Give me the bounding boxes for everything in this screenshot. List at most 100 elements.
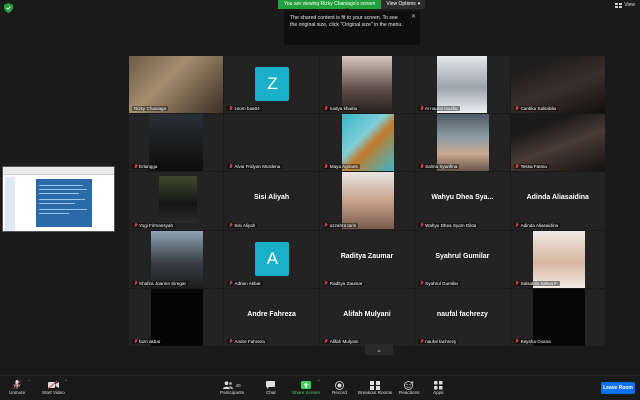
share-banner: You are viewing Rizky Chaniago's screen …	[278, 0, 426, 9]
participant-name: naufal fachrezy	[425, 338, 457, 344]
participant-name: Salsabila Salwa F.	[520, 280, 558, 286]
shared-screen-thumbnail[interactable]	[2, 166, 115, 232]
microphone-muted-icon	[134, 280, 137, 286]
leave-room-button[interactable]: Leave Room	[601, 382, 635, 394]
participant-tile[interactable]: Maya Agrianti	[319, 114, 415, 172]
participant-tile[interactable]: Syahrul Gumilar Syahrul Gumilar	[415, 230, 510, 288]
participant-video	[129, 56, 224, 114]
participant-tile[interactable]: Salsabila Salwa F.	[510, 230, 605, 288]
close-icon[interactable]: ✕	[411, 14, 416, 21]
participant-video	[532, 230, 585, 288]
microphone-muted-icon	[325, 280, 328, 286]
participant-tile[interactable]: fazri akbar	[129, 288, 224, 346]
participant-tile[interactable]: azzahra tarin	[319, 172, 415, 230]
microphone-muted-icon	[420, 338, 423, 344]
participant-tile[interactable]: nadya khairia	[319, 56, 415, 114]
participant-tile[interactable]: Alifah Mulyani Alifah Mulyani	[319, 288, 415, 346]
participant-tile[interactable]: Andre Fahreza Andre Fahreza	[224, 288, 319, 346]
participant-name: Yogi Firmansyah	[139, 222, 174, 228]
participant-name: Salma Syarifina	[425, 164, 458, 170]
participant-name-tag: Syahrul Gumilar	[418, 280, 461, 286]
participants-label: Participants	[220, 390, 245, 395]
participant-tile[interactable]: Zzoom baa04	[224, 56, 319, 114]
participant-video	[510, 56, 605, 114]
start-video-button[interactable]: Start Video	[42, 380, 65, 395]
participant-tile[interactable]: Adinda Aliasaidina Adinda Aliasaidina	[510, 172, 605, 230]
reactions-button[interactable]: Reactions	[399, 380, 419, 395]
participant-name: Raditya Zaumar	[329, 280, 363, 286]
participant-tile[interactable]: Raditya Zaumar Raditya Zaumar	[319, 230, 415, 288]
participant-name: Alvia Fridyan Murdena	[234, 164, 281, 170]
microphone-muted-icon	[13, 380, 21, 390]
participant-display-name: Andre Fahreza	[247, 310, 296, 318]
chevron-up-icon[interactable]: ^	[65, 378, 67, 383]
participant-tile[interactable]: Cantika Salsabila	[510, 56, 605, 114]
participants-button[interactable]: 40 Participants	[220, 380, 244, 395]
participant-name-tag: Yogi Firmansyah	[132, 222, 176, 228]
participant-name: Alifah Mulyani	[329, 338, 359, 344]
microphone-muted-icon	[229, 280, 232, 286]
chevron-up-icon[interactable]: ^	[318, 378, 320, 383]
microphone-muted-icon	[229, 164, 232, 169]
participant-tile[interactable]: Tessa Fatma	[510, 114, 605, 172]
participant-video	[159, 176, 197, 224]
unmute-label: Unmute	[9, 390, 26, 395]
chevron-down-icon[interactable]: ⌄	[365, 344, 393, 355]
participant-name: Andre Fahreza	[234, 338, 265, 344]
unmute-button[interactable]: Unmute	[9, 380, 25, 395]
microphone-muted-icon	[516, 106, 519, 111]
shield-icon[interactable]	[4, 3, 13, 13]
participant-tile[interactable]: m naufal musfiq	[415, 56, 510, 114]
breakout-rooms-label: Breakout Rooms	[358, 390, 393, 395]
participant-name-tag: Alifah Mulyani	[322, 338, 361, 344]
breakout-rooms-button[interactable]: Breakout Rooms	[358, 380, 392, 395]
grid-view-icon	[615, 2, 623, 8]
participant-video	[437, 114, 490, 172]
chat-label: Chat	[266, 390, 276, 395]
participant-display-name: Wahyu Dhea Sya...	[431, 194, 494, 202]
participant-tile[interactable]: Salma Syarifina	[415, 114, 510, 172]
participant-name-tag: fazri akbar	[132, 338, 163, 344]
share-screen-button[interactable]: Share Screen	[292, 380, 320, 395]
participant-name-tag: Raditya Zaumar	[322, 280, 365, 286]
chevron-up-icon[interactable]: ^	[28, 378, 30, 383]
participant-name-tag: Adrian Akbar	[227, 280, 263, 286]
participant-tile[interactable]: Erlangga	[129, 114, 224, 172]
participant-tile[interactable]: naufal fachrezy naufal fachrezy	[415, 288, 510, 346]
apps-button[interactable]: Apps	[433, 380, 443, 395]
participant-video	[532, 288, 585, 346]
microphone-muted-icon	[516, 222, 519, 228]
avatar: A	[255, 241, 290, 276]
participant-name: Wahyu Dhea Syam Dikta	[425, 222, 477, 228]
participant-display-name: Raditya Zaumar	[340, 252, 394, 260]
shared-toolbar-strip	[3, 167, 114, 175]
microphone-muted-icon	[516, 338, 519, 344]
participant-name-tag: Maya Agrianti	[322, 164, 360, 170]
participant-tile[interactable]: Alvia Fridyan Murdena	[224, 114, 319, 172]
video-off-icon	[47, 381, 59, 389]
participant-tile[interactable]: Rizky Chaniago	[129, 56, 224, 114]
fit-screen-tooltip: The shared content is fit to your screen…	[284, 8, 420, 45]
start-video-label: Start Video	[42, 390, 65, 395]
view-button[interactable]: View	[615, 2, 635, 8]
microphone-muted-icon	[420, 106, 423, 111]
participant-name-tag: Keysha Ovana	[513, 338, 553, 344]
participant-name: Erlangga	[139, 164, 158, 170]
participant-name: Syahrul Gumilar	[425, 280, 459, 286]
smiley-icon	[404, 380, 414, 390]
participant-tile[interactable]: A Adrian Akbar	[224, 230, 319, 288]
view-options-label: View Options	[386, 1, 416, 7]
participant-tile[interactable]: Yogi Firmansyah	[129, 172, 224, 230]
apps-icon	[433, 380, 443, 389]
record-button[interactable]: Record	[332, 380, 347, 395]
participant-tile[interactable]: Sisi Aliyah Sisi Aliyah	[224, 172, 319, 230]
microphone-muted-icon	[229, 338, 232, 344]
participant-video	[341, 172, 394, 230]
participant-tile[interactable]: Shafira Joanne Siregar	[129, 230, 224, 288]
participant-tile[interactable]: Keysha Ovana	[510, 288, 605, 346]
chat-button[interactable]: Chat	[266, 380, 276, 395]
view-options-button[interactable]: View Options ▾	[381, 0, 426, 9]
participant-name: Rizky Chaniago	[134, 106, 167, 112]
participant-video	[341, 56, 392, 113]
participant-tile[interactable]: Wahyu Dhea Sya... Wahyu Dhea Syam Dikta	[415, 172, 510, 230]
